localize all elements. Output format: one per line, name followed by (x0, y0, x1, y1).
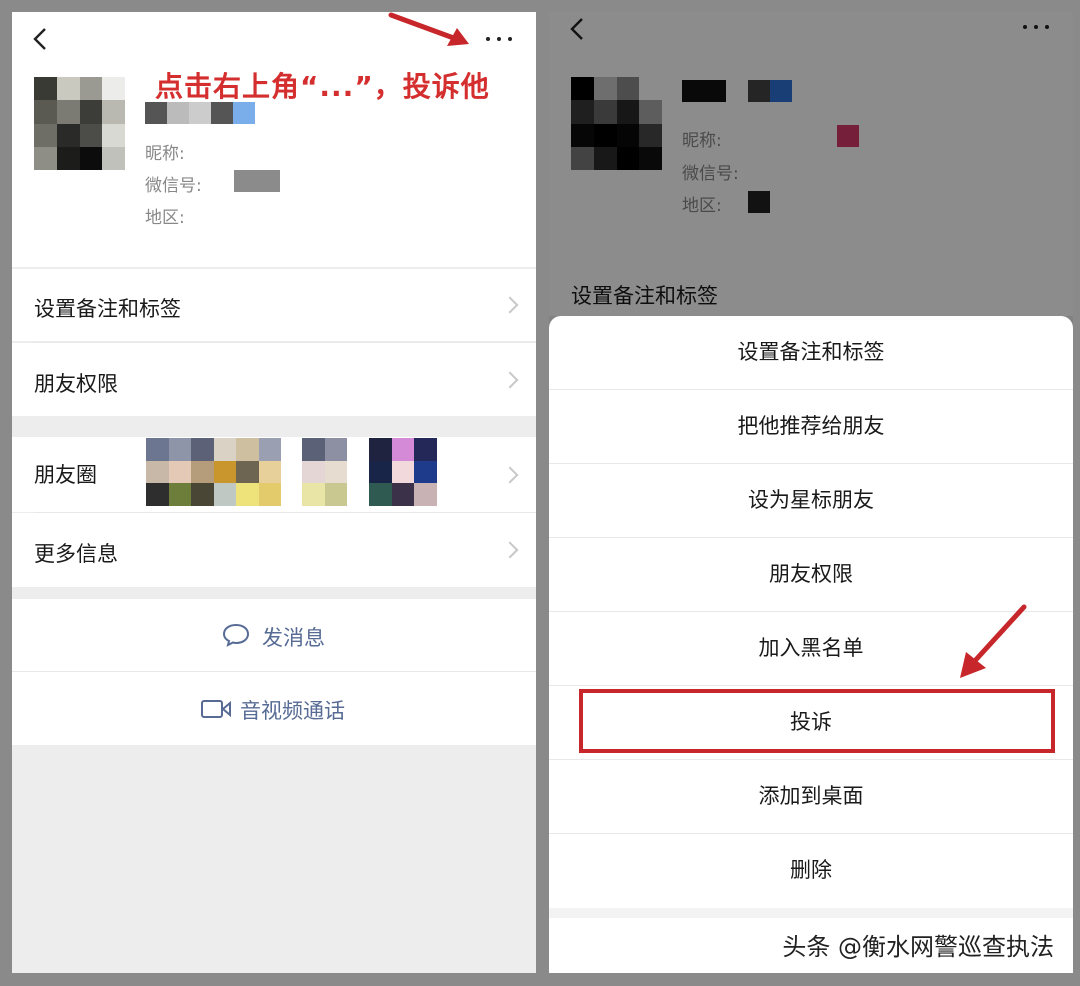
send-message-button[interactable]: 发消息 (12, 599, 536, 671)
more-dots-icon[interactable] (484, 28, 514, 48)
moments-photo-3 (369, 438, 437, 506)
nickname-label: 昵称: (145, 144, 185, 164)
moments-photo-2 (302, 438, 347, 506)
set-remark-cell[interactable]: 设置备注和标签 (12, 269, 536, 341)
menu-item-recommend[interactable]: 把他推荐给朋友 (549, 390, 1073, 463)
report-highlight-box (579, 689, 1055, 753)
video-call-label: 音视频通话 (240, 699, 345, 723)
menu-item-delete[interactable]: 删除 (549, 834, 1073, 907)
chevron-right-icon (501, 466, 519, 484)
chat-bubble-icon (222, 623, 250, 647)
wechat-id-label: 微信号: (145, 176, 202, 196)
moments-cell[interactable]: 朋友圈 (12, 437, 536, 512)
watermark: 头条 @衡水网警巡查执法 (782, 933, 1054, 961)
menu-item-friend-permissions[interactable]: 朋友权限 (549, 538, 1073, 611)
chevron-right-icon (501, 371, 519, 389)
annotation-text: 点击右上角“...”，投诉他 (155, 70, 490, 103)
chevron-right-icon (501, 541, 519, 559)
video-camera-icon (201, 700, 231, 718)
profile-header: 昵称: 微信号: 地区: 点击右上角“...”，投诉他 (12, 12, 536, 267)
video-call-button[interactable]: 音视频通话 (12, 672, 536, 745)
avatar (34, 77, 125, 170)
back-chevron-icon[interactable] (30, 26, 54, 52)
contact-profile-screen: 昵称: 微信号: 地区: 点击右上角“...”，投诉他 设置备注和标签 朋友权限… (12, 12, 536, 973)
more-info-cell[interactable]: 更多信息 (12, 513, 536, 587)
friend-permissions-cell[interactable]: 朋友权限 (12, 343, 536, 416)
menu-item-star-friend[interactable]: 设为星标朋友 (549, 464, 1073, 537)
set-remark-label: 设置备注和标签 (34, 297, 181, 321)
moments-photo-1 (146, 438, 281, 506)
contact-profile-menu-screen: 昵称: 微信号: 地区: 设置备注和标签 设置备注和标签 把他推荐给朋友 设为星… (549, 12, 1073, 973)
chevron-right-icon (501, 296, 519, 314)
region-label: 地区: (145, 208, 185, 228)
send-message-label: 发消息 (262, 626, 325, 650)
friend-permissions-label: 朋友权限 (34, 372, 118, 396)
moments-label: 朋友圈 (34, 463, 97, 487)
menu-item-set-remark[interactable]: 设置备注和标签 (549, 316, 1073, 389)
nickname-blur (145, 102, 255, 124)
sheet-gap (549, 908, 1073, 918)
red-arrow-icon (960, 604, 1027, 678)
menu-item-add-to-desktop[interactable]: 添加到桌面 (549, 760, 1073, 833)
wechat-id-blur (234, 170, 280, 192)
more-info-label: 更多信息 (34, 542, 118, 566)
red-arrow-icon (388, 12, 469, 46)
